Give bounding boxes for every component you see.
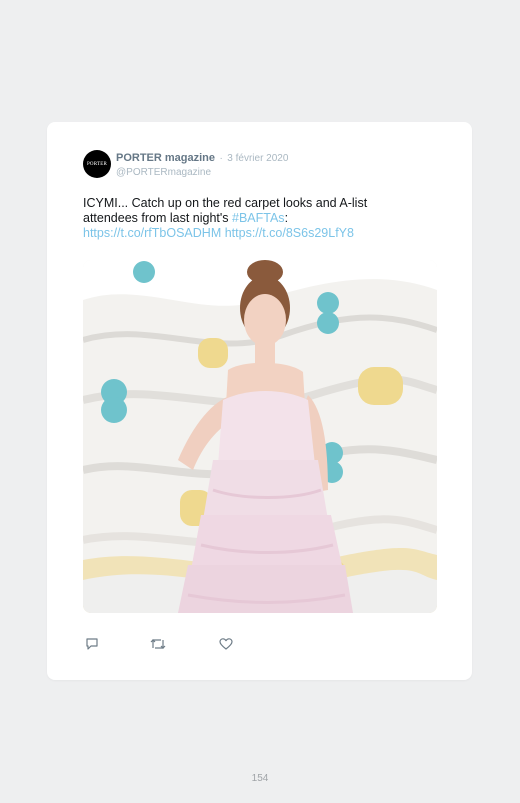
tweet-header: PORTER magazine · 3 février 2020 @PORTER… [116,150,288,180]
hashtag-link[interactable]: #BAFTAs [232,211,285,225]
tweet-media-image[interactable] [83,260,437,613]
retweet-icon [150,639,166,649]
avatar-logo-text: PORTER [86,161,108,167]
like-button[interactable] [217,635,235,653]
header-separator: · [219,153,223,164]
tweet-text: ICYMI... Catch up on the red carpet look… [83,196,413,241]
tweet-text-prefix: attendees from last night's [83,211,232,225]
reply-button[interactable] [83,635,101,653]
tweet-card: PORTER PORTER magazine · 3 février 2020 … [47,122,472,680]
heart-icon [219,638,233,650]
reply-icon [86,638,98,650]
tweet-link-1[interactable]: https://t.co/rfTbOSADHM [83,226,221,240]
tweet-link-2[interactable]: https://t.co/8S6s29LfY8 [225,226,354,240]
display-name[interactable]: PORTER magazine [116,152,215,164]
user-handle[interactable]: @PORTERmagazine [116,166,288,180]
red-carpet-photo [83,260,437,613]
avatar[interactable]: PORTER [83,150,111,178]
tweet-text-line-1: ICYMI... Catch up on the red carpet look… [83,196,368,210]
tweet-text-line-3: https://t.co/rfTbOSADHM https://t.co/8S6… [83,226,413,241]
retweet-button[interactable] [149,635,167,653]
page-number: 154 [251,773,269,784]
tweet-date[interactable]: 3 février 2020 [227,153,288,164]
tweet-text-line-2: attendees from last night's #BAFTAs: [83,211,413,226]
tweet-text-suffix: : [284,211,289,225]
